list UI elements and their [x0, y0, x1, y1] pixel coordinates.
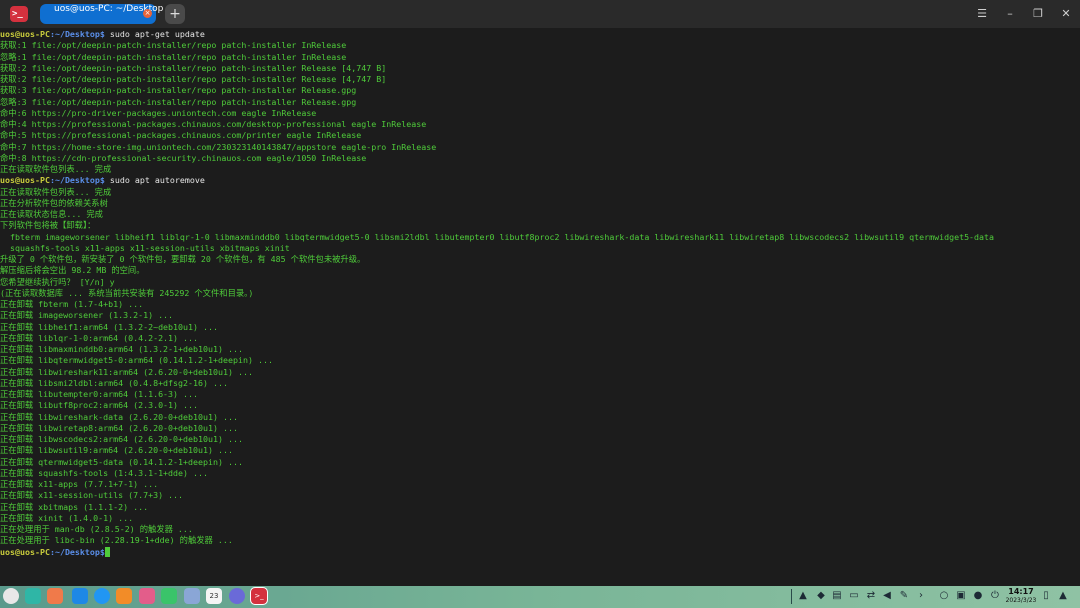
clock-date[interactable]: 2023/3/23: [1003, 597, 1039, 605]
volume-icon[interactable]: ◀: [881, 589, 893, 603]
pen-icon[interactable]: ✎: [898, 589, 910, 603]
prompt-user: uos@uos-PC: [0, 175, 50, 186]
terminal-output-line: 正在卸载 libwsutil9:arm64 (2.6.20-0+deb10u1)…: [0, 445, 233, 456]
terminal-output-line: 获取:1 file:/opt/deepin-patch-installer/re…: [0, 40, 347, 51]
terminal-output-line: 正在卸载 libmaxminddb0:arm64 (1.3.2-1+deb10u…: [0, 344, 243, 354]
terminal-output-line: 正在卸载 libsmi2ldbl:arm64 (0.4.8+dfsg2-16) …: [0, 377, 228, 388]
terminal-output-line: fbterm imageworsener libheif1 liblqr-1-0…: [0, 231, 995, 242]
new-tab-button[interactable]: +: [165, 4, 185, 24]
terminal-output-line: 正在卸载 libutempter0:arm64 (1.1.6-3) ...: [0, 389, 199, 399]
app-store-icon[interactable]: [72, 588, 88, 604]
terminal-output-line: 正在卸载 libwiretap8:arm64 (2.6.20-0+deb10u1…: [0, 422, 238, 433]
security-icon[interactable]: ◆: [815, 589, 827, 603]
prompt-command: sudo apt-get update: [109, 29, 205, 39]
terminal-prompt-line: uos@uos-PC:~/Desktop$: [0, 547, 1080, 558]
terminal-prompt-line: uos@uos-PC:~/Desktop$ sudo apt-get updat…: [0, 29, 1080, 40]
terminal-output-line: 正在卸载 libqtermwidget5-0:arm64 (0.14.1.2-1…: [0, 355, 273, 366]
close-icon[interactable]: ✕: [1057, 6, 1075, 22]
network-icon[interactable]: ●: [972, 589, 984, 603]
photos-icon[interactable]: [139, 588, 155, 604]
printer-icon[interactable]: ▤: [831, 589, 843, 603]
prompt-user: uos@uos-PC: [0, 29, 50, 39]
prompt-path: :~/Desktop$: [49, 546, 105, 557]
terminal-output-line: 正在卸载 squashfs-tools (1:4.3.1-1+dde) ...: [0, 467, 209, 478]
prompt-path: :~/Desktop$: [49, 29, 110, 39]
power-icon[interactable]: ⏻: [989, 589, 1001, 603]
terminal-output-line: 命中:6 https://pro-driver-packages.unionte…: [0, 107, 317, 118]
terminal-output-line: squashfs-tools x11-apps x11-session-util…: [0, 242, 290, 253]
prompt-command: sudo apt autoremove: [109, 175, 205, 186]
terminal-output-line: 命中:5 https://professional-packages.china…: [0, 130, 362, 141]
terminal-output-line: 命中:7 https://home-store-img.uniontech.co…: [0, 141, 437, 152]
terminal-output-line: 正在分析软件包的依赖关系树: [0, 197, 108, 208]
terminal-output-line: 正在处理用于 libc-bin (2.28.19-1+dde) 的触发器 ...: [0, 535, 233, 546]
terminal-output-line: 正在卸载 libutf8proc2:arm64 (2.3.0-1) ...: [0, 400, 199, 411]
prompt-user: uos@uos-PC: [0, 546, 50, 557]
tab-terminal[interactable]: uos@uos-PC: ~/Desktop ×: [40, 4, 163, 24]
pin-icon[interactable]: ▲: [797, 589, 809, 603]
settings-icon[interactable]: [229, 588, 245, 604]
terminal-output-line: 正在卸载 imageworsener (1.3.2-1) ...: [0, 310, 174, 321]
terminal-output-line: (正在读取数据库 ... 系统当前共安装有 245292 个文件和目录。): [0, 287, 254, 298]
terminal-output-line: 正在卸载 xinit (1.4.0-1) ...: [0, 512, 134, 523]
terminal-output-line: 获取:2 file:/opt/deepin-patch-installer/re…: [0, 74, 387, 84]
terminal-output-line: 忽略:1 file:/opt/deepin-patch-installer/re…: [0, 51, 347, 62]
terminal-output-line: 您希望继续执行吗？ [Y/n] y: [0, 276, 115, 287]
terminal-output-line: 升级了 0 个软件包，新安装了 0 个软件包，要卸载 20 个软件包，有 485…: [0, 254, 366, 264]
terminal-output-line: 解压缩后将会空出 98.2 MB 的空间。: [0, 265, 145, 276]
terminal-output-line: 正在处理用于 man-db (2.8.5-2) 的触发器 ...: [0, 524, 193, 534]
prompt-path: :~/Desktop$: [49, 175, 110, 186]
terminal-output-line: 正在卸载 libwscodecs2:arm64 (2.6.20-0+deb10u…: [0, 434, 243, 444]
terminal-output-line: 正在读取状态信息... 完成: [0, 209, 103, 219]
terminal-prompt-line: uos@uos-PC:~/Desktop$ sudo apt autoremov…: [0, 175, 1080, 186]
terminal-output-line: 正在卸载 libwireshark11:arm64 (2.6.20-0+deb1…: [0, 366, 253, 377]
minimize-icon[interactable]: –: [1001, 6, 1019, 22]
terminal-output-line: 正在读取软件包列表... 完成: [0, 186, 112, 197]
terminal-output-line: 获取:3 file:/opt/deepin-patch-installer/re…: [0, 85, 357, 96]
terminal-output-line: 正在读取软件包列表... 完成: [0, 164, 112, 174]
terminal-output-line: 命中:4 https://professional-packages.china…: [0, 119, 427, 129]
trash-icon[interactable]: ▯: [1040, 589, 1052, 603]
terminal-output-line: 下列软件包将被【卸载】：: [0, 220, 96, 231]
terminal-app-icon: >_: [10, 6, 28, 22]
terminal-output-line: 正在卸载 xbitmaps (1.1.1-2) ...: [0, 501, 149, 512]
tab-close-icon[interactable]: ×: [143, 9, 152, 18]
bell-icon[interactable]: ▲: [1057, 589, 1069, 603]
terminal-output-line: 忽略:3 file:/opt/deepin-patch-installer/re…: [0, 96, 357, 107]
terminal-output: uos@uos-PC:~/Desktop$ sudo apt-get updat…: [0, 28, 1080, 585]
taskbar-divider: [791, 589, 792, 604]
music-icon[interactable]: [161, 588, 177, 604]
terminal-output-line: 获取:2 file:/opt/deepin-patch-installer/re…: [0, 62, 387, 73]
launcher-icon[interactable]: [3, 588, 19, 604]
transfer-icon[interactable]: ⇄: [865, 589, 877, 603]
menu-icon[interactable]: ☰: [973, 6, 991, 22]
file-manager-icon[interactable]: [47, 588, 63, 604]
multitask-view-icon[interactable]: [25, 588, 41, 604]
terminal-output-line: 命中:8 https://cdn-professional-security.c…: [0, 152, 367, 163]
maximize-icon[interactable]: ❐: [1029, 6, 1047, 22]
clock-time[interactable]: 14:17: [1003, 587, 1039, 597]
archive-manager-icon[interactable]: [116, 588, 132, 604]
terminal-cursor: [104, 547, 110, 557]
terminal-output-line: 正在卸载 x11-apps (7.7.1+7-1) ...: [0, 479, 159, 489]
terminal-area[interactable]: uos@uos-PC:~/Desktop$ sudo apt-get updat…: [0, 28, 1080, 586]
terminal-output-line: 正在卸载 fbterm (1.7-4+b1) ...: [0, 299, 144, 309]
terminal-output-line: 正在卸载 libwireshark-data (2.6.20-0+deb10u1…: [0, 411, 238, 422]
terminal-output-line: 正在卸载 libheif1:arm64 (1.3.2-2~deb10u1) ..…: [0, 321, 219, 332]
notification-center-icon[interactable]: ▣: [955, 589, 967, 603]
terminal-output-line: 正在卸载 x11-session-utils (7.7+3) ...: [0, 490, 184, 501]
taskbar: 23 >_ ▲ ◆ ▤ ▭ ⇄ ◀ ✎ › ○ ▣ ● ⏻ ▯ ▲ 14:17 2023/3/23: [0, 586, 1080, 608]
terminal-icon[interactable]: >_: [250, 587, 268, 605]
title-bar: >_ uos@uos-PC: ~/Desktop × + ☰ – ❐ ✕: [0, 0, 1080, 28]
terminal-output-line: 正在卸载 liblqr-1-0:arm64 (0.4.2-2.1) ...: [0, 332, 199, 343]
browser-icon[interactable]: [94, 588, 110, 604]
keyboard-icon[interactable]: ▭: [848, 589, 860, 603]
document-viewer-icon[interactable]: [184, 588, 200, 604]
search-icon[interactable]: ○: [938, 589, 950, 603]
calendar-icon[interactable]: 23: [206, 588, 222, 604]
expand-tray-icon[interactable]: ›: [915, 589, 927, 603]
terminal-output-line: 正在卸载 qtermwidget5-data (0.14.1.2-1+deepi…: [0, 456, 243, 467]
